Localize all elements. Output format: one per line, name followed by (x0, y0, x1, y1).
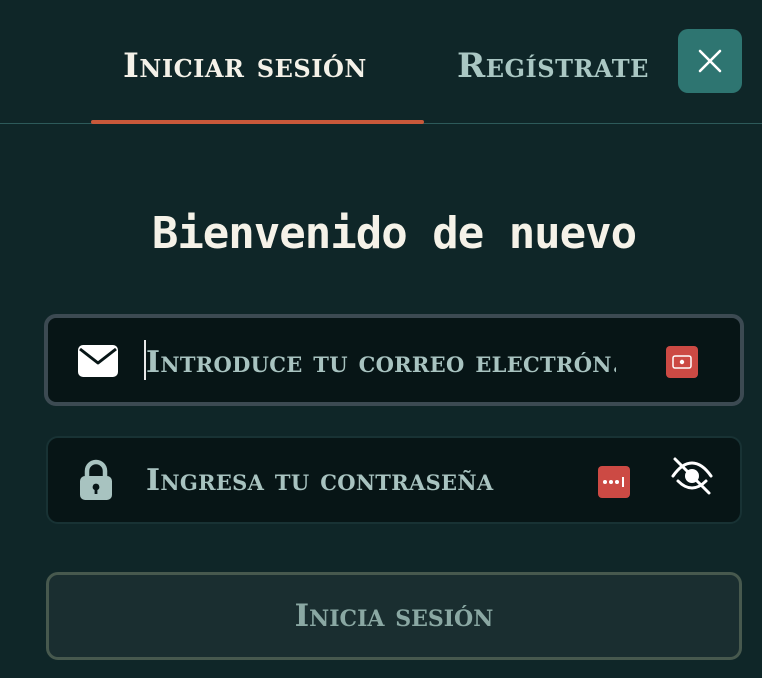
close-icon (698, 49, 722, 73)
tab-register[interactable]: Regístrate (457, 44, 649, 88)
password-manager-icon[interactable] (666, 346, 698, 378)
email-input[interactable] (146, 340, 616, 384)
active-tab-indicator (91, 120, 424, 124)
login-submit-button[interactable]: Inicia sesión (46, 572, 742, 660)
envelope-icon (76, 341, 120, 381)
password-manager-icon[interactable] (598, 466, 630, 498)
welcome-heading: Bienvenido de nuevo (151, 208, 637, 259)
toggle-password-visibility-button[interactable] (670, 454, 714, 498)
eye-off-icon (671, 457, 713, 495)
password-field[interactable] (46, 436, 742, 524)
tab-login[interactable]: Iniciar sesión (123, 44, 367, 88)
text-caret (144, 340, 146, 380)
close-button[interactable] (678, 29, 742, 93)
auth-tabs: Iniciar sesión Regístrate (0, 0, 762, 124)
password-input[interactable] (146, 458, 566, 502)
email-field[interactable] (44, 314, 744, 406)
lock-icon (78, 458, 114, 502)
